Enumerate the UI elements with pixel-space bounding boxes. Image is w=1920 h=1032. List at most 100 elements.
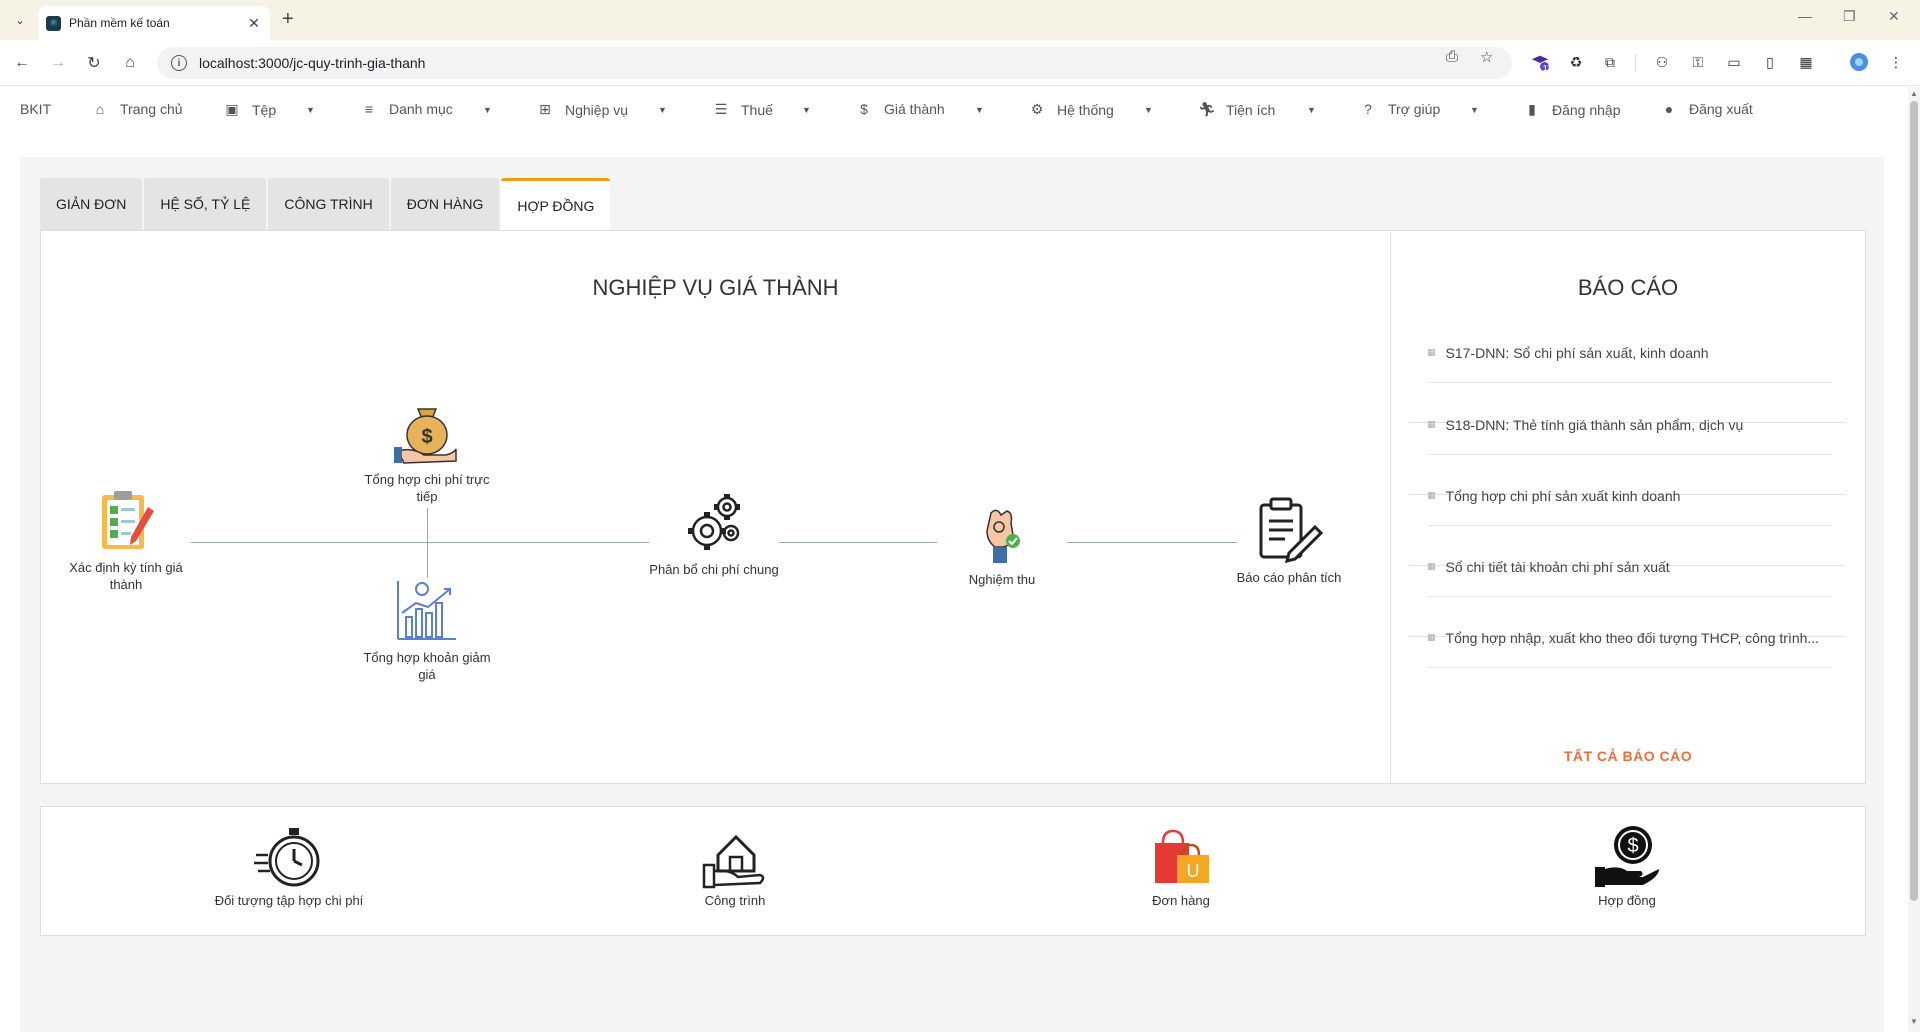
login-icon: ▮ (1528, 101, 1536, 117)
profile-avatar[interactable] (1849, 52, 1869, 72)
menu-tro-giup[interactable]: ? Trợ giúp (1360, 101, 1440, 117)
browser-tab[interactable]: ⚛ Phần mềm kế toán ✕ (38, 6, 270, 40)
site-info-icon[interactable]: i (171, 55, 187, 71)
incognito-icon[interactable]: ⚇ (1652, 52, 1672, 72)
shortcut-don-hang[interactable]: U Đơn hàng (1051, 825, 1311, 908)
menu-gia-thanh[interactable]: $ Giá thành (856, 101, 945, 117)
list-bullet-icon: ▦ (1427, 561, 1436, 571)
ok-hand-icon (986, 509, 1020, 563)
address-bar[interactable]: i localhost:3000/jc-quy-trinh-gia-thanh (157, 47, 1512, 79)
menu-dang-nhap[interactable]: ▮ Đăng nhập (1524, 101, 1620, 118)
process-title: NGHIỆP VỤ GIÁ THÀNH (592, 275, 839, 300)
scroll-down-icon[interactable]: ▼ (1910, 1017, 1918, 1026)
brand-label[interactable]: BKIT (20, 101, 51, 117)
gear-icon: ⚙ (1030, 101, 1044, 117)
tab-he-so-ty-le[interactable]: HỆ SỐ, TỶ LỆ (144, 178, 267, 230)
menu-nghiep-vu[interactable]: ⊞ Nghiệp vụ (537, 101, 628, 118)
chevron-down-icon[interactable]: ▼ (658, 105, 667, 115)
flow-node-khoan-giam-gia[interactable]: Tổng hợp khoản giảm giá (357, 577, 497, 683)
list-bullet-icon: ▦ (1427, 490, 1436, 500)
url-text[interactable]: localhost:3000/jc-quy-trinh-gia-thanh (199, 55, 425, 71)
flow-node-label: Xác định kỳ tính giá thành (69, 560, 183, 592)
menu-tep[interactable]: ▣ Tệp (224, 101, 276, 118)
reload-icon[interactable]: ↻ (82, 51, 106, 75)
flow-line (191, 542, 649, 543)
extension-recycle-icon[interactable]: ♻ (1566, 52, 1586, 72)
shortcut-doi-tuong[interactable]: Đối tượng tập hợp chi phí (159, 825, 419, 908)
house-hand-icon (702, 834, 765, 889)
menu-danh-muc[interactable]: ≡ Danh mục (361, 101, 453, 117)
chevron-down-icon[interactable]: ▼ (483, 105, 492, 115)
flow-node-label: Tổng hợp khoản giảm giá (363, 650, 491, 682)
chevron-down-icon[interactable]: ▼ (1144, 105, 1153, 115)
flow-line (1067, 542, 1237, 543)
tab-gian-don[interactable]: GIẢN ĐƠN (40, 178, 143, 230)
reading-mode-icon[interactable]: ▯ (1760, 52, 1780, 72)
flow-node-chi-phi-truc-tiep[interactable]: $ Tổng hợp chi phí trực tiếp (357, 403, 497, 505)
chevron-down-icon[interactable]: ▼ (975, 105, 984, 115)
password-key-icon[interactable]: ⚿ (1688, 52, 1708, 72)
report-item[interactable]: ▦ S18-DNN: Thẻ tính giá thành sản phẩm, … (1427, 395, 1832, 455)
side-panel-icon[interactable]: ▦ (1796, 52, 1816, 72)
shortcut-label: Đối tượng tập hợp chi phí (214, 893, 364, 908)
tab-don-hang[interactable]: ĐƠN HÀNG (390, 178, 500, 230)
chevron-down-icon[interactable]: ▼ (1470, 105, 1479, 115)
tab-close-icon[interactable]: ✕ (246, 15, 262, 32)
shortcut-cong-trinh[interactable]: Công trình (605, 825, 865, 908)
menu-he-thong[interactable]: ⚙ Hệ thống (1029, 101, 1114, 118)
minimize-icon[interactable]: — (1798, 8, 1812, 24)
process-card: NGHIỆP VỤ GIÁ THÀNH Xác định kỳ tính giá… (40, 230, 1866, 784)
checklist-icon: ☰ (714, 101, 728, 117)
shortcut-hop-dong[interactable]: $ Hợp đồng (1497, 825, 1757, 908)
shopping-bags-icon: U (1155, 829, 1209, 883)
bookmark-star-icon[interactable]: ☆ (1480, 48, 1493, 66)
new-tab-button[interactable]: + (282, 9, 294, 29)
menu-label: Trang chủ (120, 101, 183, 117)
install-app-icon[interactable]: ⎙ (1446, 48, 1458, 65)
flow-node-bao-cao-phan-tich[interactable]: Báo cáo phân tích (1219, 497, 1359, 586)
tab-hop-dong[interactable]: HỢP ĐỒNG (501, 178, 611, 230)
menu-trang-chu[interactable]: ⌂ Trang chủ (92, 101, 183, 117)
report-item[interactable]: ▦ Sổ chi tiết tài khoản chi phí sản xuất (1427, 537, 1832, 597)
tab-title: Phần mềm kế toán (69, 16, 170, 30)
scrollbar-thumb[interactable] (1910, 101, 1918, 901)
menu-label: Danh mục (389, 101, 453, 117)
report-item-label: S17-DNN: Sổ chi phí sản xuất, kinh doanh (1445, 344, 1709, 361)
all-reports-link[interactable]: TẤT CẢ BÁO CÁO (1390, 748, 1866, 764)
flow-node-phan-bo[interactable]: Phân bổ chi phí chung (644, 493, 784, 578)
main-content: GIẢN ĐƠN HỆ SỐ, TỶ LỆ CÔNG TRÌNH ĐƠN HÀN… (20, 157, 1884, 1032)
payment-card-icon[interactable]: ▭ (1724, 52, 1744, 72)
browser-menu-icon[interactable]: ⋮ (1886, 52, 1906, 72)
chevron-down-icon[interactable]: ▼ (802, 105, 811, 115)
react-favicon-icon: ⚛ (46, 15, 61, 31)
scroll-up-icon[interactable]: ▲ (1910, 89, 1918, 98)
restore-icon[interactable]: ❐ (1843, 8, 1856, 25)
menu-tien-ich[interactable]: 🏃︎ Tiện ích (1198, 101, 1275, 118)
window-close-icon[interactable]: ✕ (1888, 8, 1900, 25)
chevron-down-icon[interactable]: ▼ (306, 105, 315, 115)
flow-node-nghiem-thu[interactable]: Nghiệm thu (932, 505, 1072, 588)
forward-icon[interactable]: → (46, 51, 70, 75)
tab-cong-trinh[interactable]: CÔNG TRÌNH (268, 178, 389, 230)
page-scrollbar[interactable]: ▲ ▼ (1908, 87, 1920, 1032)
menu-label: Hệ thống (1057, 101, 1114, 118)
extensions-puzzle-icon[interactable]: ⧉ (1600, 52, 1620, 72)
report-pencil-icon (1259, 497, 1323, 563)
menu-thue[interactable]: ☰ Thuế (713, 101, 773, 118)
home-browser-icon[interactable]: ⌂ (118, 51, 142, 75)
report-item[interactable]: ▦ S17-DNN: Sổ chi phí sản xuất, kinh doa… (1427, 323, 1832, 383)
save-icon: ▣ (225, 101, 239, 117)
growth-chart-icon (397, 581, 456, 640)
brand-text: BKIT (20, 101, 52, 117)
tab-search-button[interactable]: ⌄ (9, 9, 31, 31)
app-menu-bar: BKIT ⌂ Trang chủ ▣ Tệp ▼ ≡ Danh mục ▼ ⊞ … (0, 87, 1900, 131)
flow-node-xac-dinh[interactable]: Xác định kỳ tính giá thành (56, 489, 196, 593)
back-icon[interactable]: ← (10, 51, 34, 75)
chevron-down-icon[interactable]: ▼ (1307, 105, 1316, 115)
report-item[interactable]: ▦ Tổng hợp nhập, xuất kho theo đối tượng… (1427, 608, 1832, 668)
home-icon: ⌂ (95, 101, 105, 117)
report-item[interactable]: ▦ Tổng hợp chi phí sản xuất kinh doanh (1427, 466, 1832, 526)
flow-node-label: Phân bổ chi phí chung (649, 562, 779, 577)
flow-node-label: Báo cáo phân tích (1236, 570, 1342, 585)
menu-dang-xuat[interactable]: ● Đăng xuất (1661, 101, 1753, 117)
